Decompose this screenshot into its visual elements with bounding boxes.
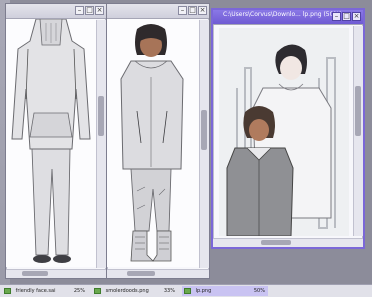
task-item-friendly-face[interactable]: friendly face.sai 25% — [2, 286, 88, 296]
maximize-button[interactable]: □ — [188, 6, 197, 15]
minimize-button[interactable]: – — [332, 12, 341, 21]
scroll-thumb[interactable] — [261, 240, 291, 245]
scroll-thumb[interactable] — [98, 96, 104, 136]
drawing-canvas[interactable] — [107, 19, 199, 267]
canvas-window-friendly-face[interactable]: – □ × — [5, 3, 107, 279]
scroll-thumb[interactable] — [22, 271, 48, 276]
scroll-thumb[interactable] — [127, 271, 155, 276]
image-file-icon — [94, 287, 101, 294]
vertical-scrollbar[interactable] — [199, 20, 209, 268]
drawing-canvas[interactable] — [6, 19, 96, 267]
close-button[interactable]: × — [95, 6, 104, 15]
minimize-button[interactable]: – — [178, 6, 187, 15]
window-titlebar[interactable]: – □ × — [107, 4, 209, 19]
close-button[interactable]: × — [198, 6, 207, 15]
character-illustration — [107, 19, 199, 267]
canvas-window-lp[interactable]: C:\Users\Corvus\Downlo... lp.png (50%) –… — [211, 8, 365, 249]
drawing-canvas[interactable] — [219, 28, 349, 236]
vertical-scrollbar[interactable] — [353, 26, 363, 236]
task-item-lp[interactable]: lp.png 50% — [182, 286, 268, 296]
document-taskbar: friendly face.sai 25% smolerdoods.png 33… — [0, 284, 372, 297]
horizontal-scrollbar[interactable] — [213, 238, 363, 247]
close-button[interactable]: × — [352, 12, 361, 21]
task-label: lp.png — [195, 288, 212, 294]
task-zoom: 25% — [73, 288, 85, 294]
scroll-thumb[interactable] — [355, 86, 361, 136]
image-file-icon — [4, 287, 11, 294]
minimize-button[interactable]: – — [75, 6, 84, 15]
task-zoom: 50% — [253, 288, 265, 294]
two-characters-illustration — [219, 28, 349, 236]
task-label: smolerdoods.png — [105, 288, 149, 294]
vertical-scrollbar[interactable] — [96, 20, 106, 268]
hoodie-figure-illustration — [6, 19, 96, 267]
image-file-icon — [184, 287, 191, 294]
canvas-window-smolerdoods[interactable]: – □ × — [106, 3, 210, 279]
task-label: friendly face.sai — [15, 288, 56, 294]
task-item-smolerdoods[interactable]: smolerdoods.png 33% — [92, 286, 178, 296]
maximize-button[interactable]: □ — [342, 12, 351, 21]
window-title: C:\Users\Corvus\Downlo... lp.png (50%) — [223, 11, 342, 18]
scroll-thumb[interactable] — [201, 110, 207, 150]
window-titlebar[interactable]: C:\Users\Corvus\Downlo... lp.png (50%) –… — [213, 10, 363, 25]
maximize-button[interactable]: □ — [85, 6, 94, 15]
window-titlebar[interactable]: – □ × — [6, 4, 106, 19]
horizontal-scrollbar[interactable] — [107, 269, 209, 278]
task-zoom: 33% — [163, 288, 175, 294]
horizontal-scrollbar[interactable] — [6, 269, 106, 278]
